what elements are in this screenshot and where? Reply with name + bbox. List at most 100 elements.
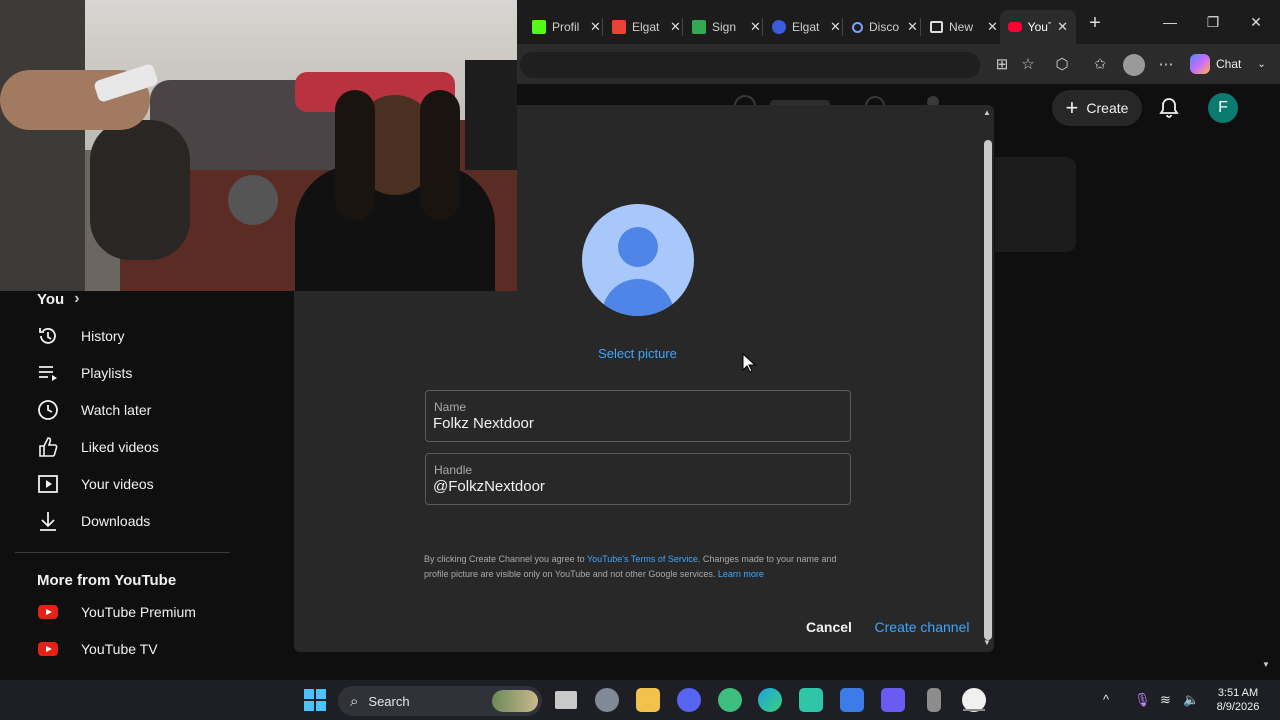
tab-label: Disco [869, 20, 900, 34]
profile-icon[interactable] [1123, 54, 1145, 76]
background-card [995, 157, 1076, 252]
elgato-icon [772, 20, 786, 34]
sidebar-item-youtube-premium[interactable]: YouTube Premium [37, 594, 227, 630]
plus-icon: + [1065, 95, 1079, 120]
restore-icon[interactable]: ❐ [1198, 14, 1228, 31]
sidebar-you-heading[interactable]: You › [37, 290, 80, 308]
wifi-icon[interactable]: ≋ [1160, 692, 1171, 708]
sidebar-item-youtube-tv[interactable]: YouTube TV [37, 631, 227, 667]
dialog-scrollbar[interactable] [984, 140, 992, 640]
sidebar-item-liked-videos[interactable]: Liked videos [37, 429, 227, 465]
create-button[interactable]: + Create [1052, 90, 1142, 126]
app-icon[interactable] [799, 688, 823, 712]
name-field-label: Name [434, 400, 467, 414]
copilot-icon [1190, 54, 1210, 74]
new-tab-icon[interactable]: + [1080, 12, 1110, 35]
windows-start-icon[interactable] [304, 689, 326, 711]
app-gear-icon[interactable] [718, 688, 742, 712]
sidebar-item-label: Downloads [81, 513, 151, 529]
scroll-down-arrow-icon[interactable]: ▼ [983, 638, 991, 647]
tab-gmail[interactable]: Elgat ✕ [604, 10, 689, 44]
cancel-button[interactable]: Cancel [800, 612, 858, 642]
thumbs-up-icon [37, 436, 59, 458]
system-clock[interactable]: 3:51 AM 8/9/2026 [1206, 686, 1270, 714]
tab-kick[interactable]: Profil ✕ [524, 10, 609, 44]
your-videos-icon [37, 473, 59, 495]
profile-picture-placeholder[interactable] [582, 204, 694, 316]
taskbar-search-box[interactable]: ⌕ Search [338, 686, 542, 716]
close-icon[interactable]: ✕ [590, 19, 601, 35]
sidebar-item-watch-later[interactable]: Watch later [37, 392, 227, 428]
terms-of-service-link[interactable]: YouTube's Terms of Service [587, 554, 698, 564]
search-icon [852, 21, 863, 33]
close-icon[interactable]: ✕ [830, 19, 841, 35]
microphone-icon[interactable]: 🎙 [1134, 692, 1151, 708]
name-input[interactable] [433, 415, 833, 432]
tab-label: YouT [1027, 20, 1051, 34]
search-highlight-image [492, 690, 538, 712]
avatar-body-shape [602, 279, 674, 316]
account-avatar[interactable]: F [1208, 93, 1238, 123]
chat-label: Chat [1216, 57, 1242, 71]
copilot-chat-button[interactable]: Chat ⌄ [1190, 54, 1266, 74]
select-picture-link[interactable]: Select picture [560, 346, 715, 361]
youtube-tv-icon [37, 638, 59, 660]
tab-label: Elgat [792, 20, 820, 34]
tab-elgato[interactable]: Elgat ✕ [764, 10, 849, 44]
playlists-icon [37, 362, 59, 384]
window-close-icon[interactable]: ✕ [1241, 14, 1271, 31]
youtube-premium-icon [37, 601, 59, 623]
close-icon[interactable]: ✕ [987, 19, 998, 35]
history-icon [37, 325, 59, 347]
sidebar-item-label: History [81, 328, 125, 344]
sidebar-item-history[interactable]: History [37, 318, 227, 354]
tab-youtube[interactable]: YouT ✕ [1000, 10, 1076, 44]
sidebar-item-label: Watch later [81, 402, 152, 418]
discord-icon[interactable] [677, 688, 701, 712]
task-view-icon[interactable] [555, 691, 577, 709]
close-icon[interactable]: ✕ [1057, 19, 1068, 35]
close-icon[interactable]: ✕ [750, 19, 761, 35]
newtab-icon [930, 21, 943, 33]
close-icon[interactable]: ✕ [907, 19, 918, 35]
handle-field[interactable]: Handle [425, 453, 851, 505]
edge-browser-icon[interactable] [758, 688, 782, 712]
sidebar-item-your-videos[interactable]: Your videos [37, 466, 227, 502]
tab-label: Elgat [632, 20, 660, 34]
volume-icon[interactable]: 🔈 [1183, 692, 1199, 708]
tab-divider [842, 18, 843, 36]
show-hidden-icons-chevron-icon[interactable]: ^ [1103, 692, 1109, 707]
sidebar-item-downloads[interactable]: Downloads [37, 503, 227, 539]
tab-label: New [949, 20, 974, 34]
device-icon[interactable] [927, 688, 941, 712]
page-scroll-down-icon[interactable]: ▼ [1262, 660, 1270, 669]
extensions-icon[interactable]: ⬡ [1052, 55, 1072, 75]
microsoft-store-icon[interactable] [840, 688, 864, 712]
you-label: You [37, 290, 65, 308]
handle-input[interactable] [433, 478, 833, 495]
clock-date: 8/9/2026 [1216, 701, 1260, 713]
create-channel-button[interactable]: Create channel [870, 612, 974, 642]
tab-discord[interactable]: Disco ✕ [844, 10, 926, 44]
sidebar-item-label: YouTube Premium [81, 604, 196, 620]
url-field[interactable] [520, 52, 980, 78]
tab-sign[interactable]: Sign ✕ [684, 10, 769, 44]
favorites-icon[interactable]: ✩ [1090, 55, 1110, 75]
more-options-icon[interactable]: ⋯ [1156, 55, 1176, 75]
webcam-overlay [0, 0, 517, 291]
scroll-up-arrow-icon[interactable]: ▲ [983, 108, 991, 117]
minimize-icon[interactable]: — [1155, 14, 1185, 30]
download-icon [37, 510, 59, 532]
settings-gear-icon[interactable] [595, 688, 619, 712]
grid-app-icon[interactable] [881, 688, 905, 712]
close-icon[interactable]: ✕ [670, 19, 681, 35]
tab-newtab[interactable]: New ✕ [922, 10, 1006, 44]
favorite-star-icon[interactable]: ☆ [1018, 55, 1038, 75]
youtube-icon [1008, 22, 1022, 32]
notifications-bell-icon[interactable] [1157, 96, 1181, 120]
app-available-icon[interactable]: ⊞ [992, 55, 1012, 75]
sidebar-item-playlists[interactable]: Playlists [37, 355, 227, 391]
file-explorer-icon[interactable] [636, 688, 660, 712]
name-field[interactable]: Name [425, 390, 851, 442]
learn-more-link[interactable]: Learn more [718, 569, 764, 579]
